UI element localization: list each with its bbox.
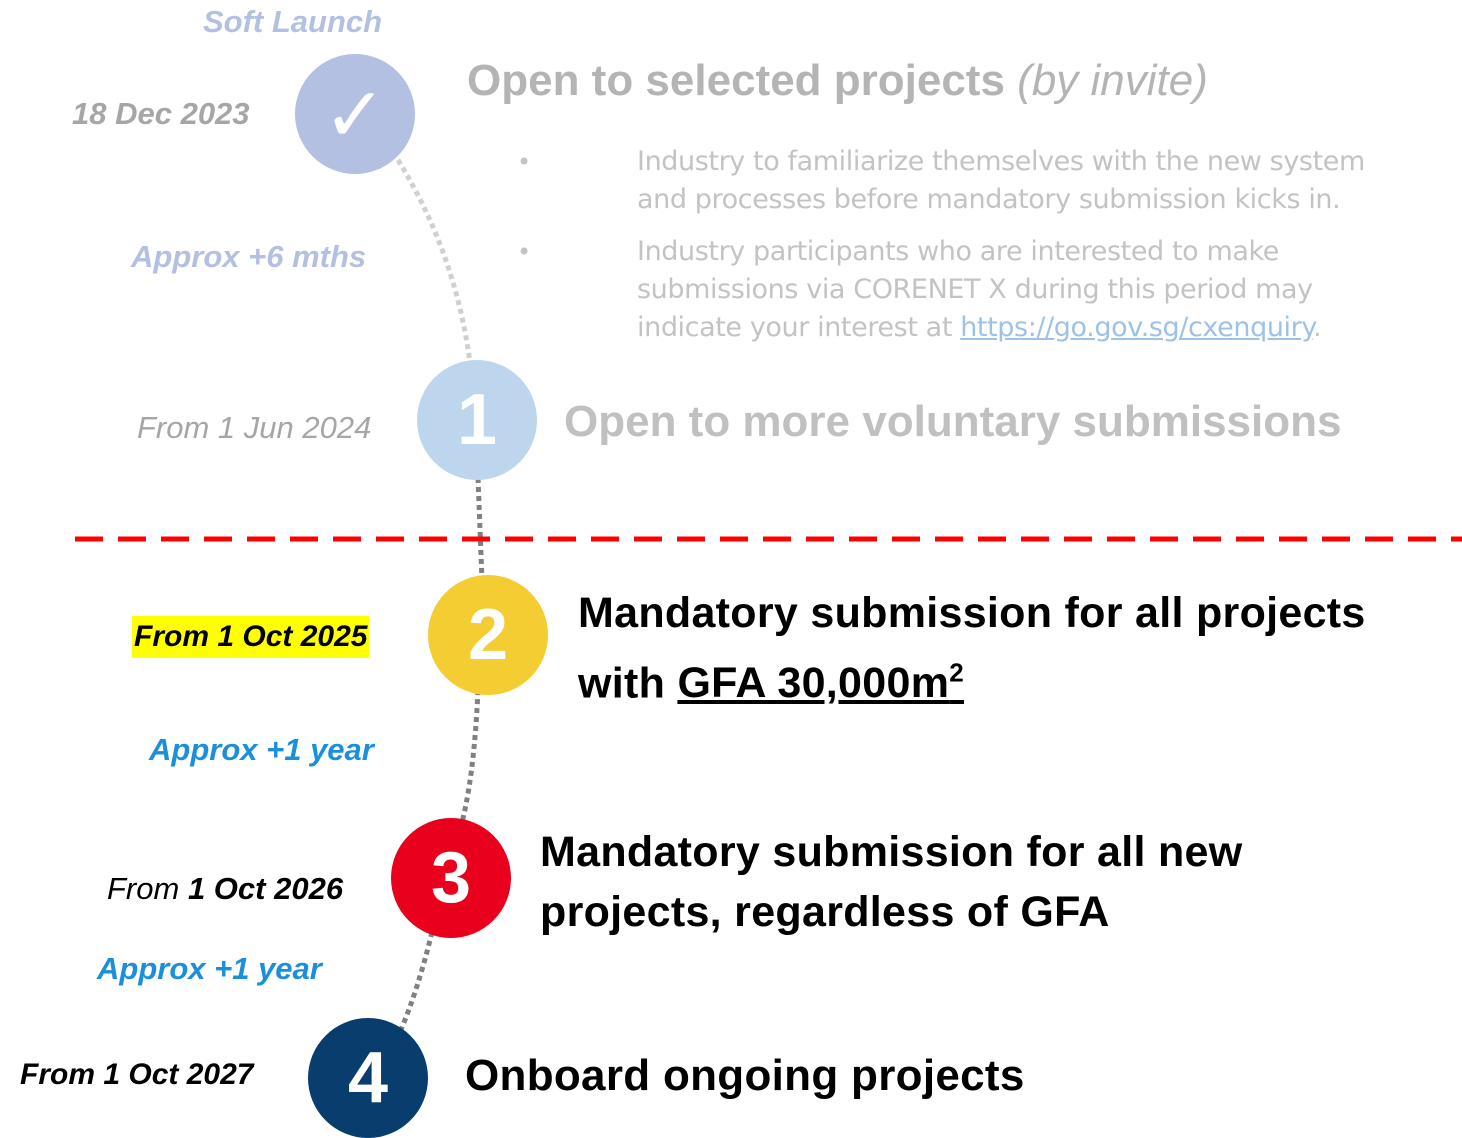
link-suffix: .	[1313, 312, 1322, 343]
stage-2-gfa: GFA 30,000m2	[677, 658, 965, 708]
soft-launch-bullets: Industry to familiarize themselves with …	[517, 143, 1407, 361]
stage-3-title: Mandatory submission for all new project…	[540, 822, 1243, 942]
gap-label-2: Approx +1 year	[149, 732, 374, 767]
stage-1-number: 1	[456, 380, 498, 460]
stage-4-number: 4	[347, 1038, 389, 1118]
stage-2-title-line2: with GFA 30,000m2	[578, 643, 1366, 713]
bullet-item: Industry to familiarize themselves with …	[517, 143, 1407, 219]
stage-4-date: From 1 Oct 2027	[20, 1058, 254, 1091]
timeline-connector-faded	[395, 158, 475, 381]
stage-3-marker: 3	[391, 818, 511, 938]
bullet-text: Industry to familiarize themselves with …	[637, 146, 1365, 215]
timeline-connector-2-3	[457, 689, 481, 831]
stage-3-title-line2: projects, regardless of GFA	[540, 888, 1110, 936]
stage-2-title-line1: Mandatory submission for all projects	[578, 589, 1366, 637]
soft-launch-title: Open to selected projects (by invite)	[467, 56, 1208, 106]
stage-2-marker: 2	[428, 575, 548, 695]
stage-3-date-prefix: From	[107, 871, 180, 906]
stage-1-date: From 1 Jun 2024	[137, 410, 372, 445]
gap-label-3: Approx +1 year	[97, 951, 322, 986]
stage-3-title-line1: Mandatory submission for all new	[540, 828, 1243, 876]
soft-launch-date: 18 Dec 2023	[72, 96, 250, 131]
stage-2-number: 2	[467, 595, 509, 675]
stage-3-date: From 1 Oct 2026	[107, 871, 343, 907]
stage-2-gfa-sup: 2	[949, 658, 965, 688]
stage-3-date-value: 1 Oct 2026	[187, 871, 344, 906]
stage-2-title: Mandatory submission for all projects wi…	[578, 583, 1366, 713]
stage-3-number: 3	[430, 838, 472, 918]
enquiry-link[interactable]: https://go.gov.sg/cxenquiry	[960, 312, 1313, 343]
soft-launch-title-text: Open to selected projects	[467, 56, 1005, 105]
soft-launch-label: Soft Launch	[203, 4, 383, 39]
stage-1-title: Open to more voluntary submissions	[564, 397, 1342, 446]
soft-launch-title-note: (by invite)	[1017, 56, 1208, 105]
stage-2-title-prefix: with	[578, 659, 666, 708]
timeline-connector-1-2	[475, 477, 485, 581]
gap-label-1: Approx +6 mths	[131, 239, 367, 274]
check-icon: ✓	[323, 69, 387, 159]
stage-4-title: Onboard ongoing projects	[465, 1051, 1025, 1100]
stage-1-marker: 1	[417, 360, 537, 480]
timeline-connector-3-4	[397, 931, 435, 1033]
stage-4-marker: 4	[308, 1018, 428, 1138]
bullet-item: Industry participants who are interested…	[517, 233, 1407, 347]
stage-2-gfa-text: GFA 30,000m	[677, 659, 950, 708]
stage-2-date: From 1 Oct 2025	[132, 616, 370, 658]
soft-launch-marker: ✓	[295, 54, 415, 174]
